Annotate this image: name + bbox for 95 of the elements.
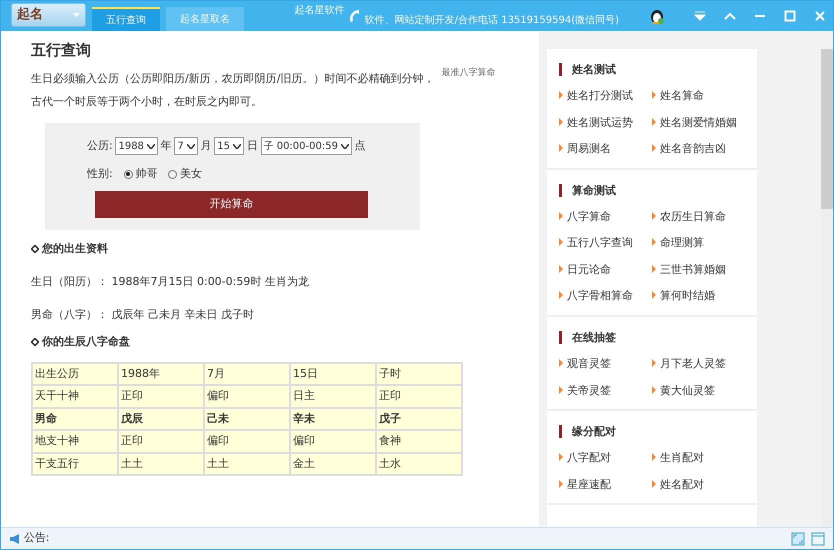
sidebar-link[interactable]: 命理测算 [652,235,704,252]
window-icon[interactable] [811,532,825,546]
table-cell: 正印 [118,430,204,453]
table-cell: 戊子 [376,408,462,430]
table-cell: 土土 [118,452,204,476]
table-cell: 正印 [376,385,462,408]
caret-icon [146,144,155,149]
table-cell: 正印 [118,385,204,408]
field-label: 性别: [87,166,113,182]
section-heading: 您的出生资料 [42,240,108,257]
radio-button[interactable] [168,170,178,179]
table-cell: 男命 [32,408,118,430]
caret-icon [73,13,80,17]
scrollbar[interactable] [821,49,833,527]
table-cell: 偏印 [204,385,290,408]
intro-paragraph: 生日必须输入公历（公历即阳历/新历，农历即阴历/旧历。）时间不必精确到分钟，古代一个时辰等于两个小时，在时辰之内即可。 [31,71,436,110]
radio-button[interactable] [124,170,133,179]
logo-text: 起名 [17,6,43,24]
app-name: 起名星软件 [294,4,345,18]
sidebar-heading: 缘分配对 [559,425,745,438]
birth-info-text: 男命（八字）： 戊辰年 己未月 辛未日 戊子时 [31,306,255,323]
diamond-icon [31,338,39,346]
sidebar-link[interactable]: 观音灵签 [559,356,611,373]
sidebar-link[interactable]: 姓名测试运势 [559,114,633,132]
table-cell: 干支五行 [32,452,118,476]
birth-info-text: 生日（阳历）： 1988年7月15日 0:00-0:59时 生肖为龙 [31,274,310,290]
side-link[interactable]: 最准八字算命 [442,67,496,114]
table-cell: 地支十神 [32,430,118,453]
table-cell: 辛未 [290,408,376,430]
dropdown[interactable]: 1988 [115,137,158,156]
sidebar-link[interactable]: 算何时结婚 [652,288,715,305]
sidebar-link[interactable]: 月下老人灵签 [652,356,726,373]
sidebar-heading: 姓名测试 [559,63,745,76]
sidebar-link[interactable]: 生肖配对 [652,450,704,467]
sidebar-link[interactable]: 农历生日算命 [652,208,726,226]
fullscreen-icon[interactable] [791,532,805,546]
unit-label: 年 [160,138,172,154]
table-cell: 1988年 [118,362,204,386]
submit-button[interactable]: 开始算命 [95,190,368,218]
table-cell: 7月 [204,362,290,386]
sidebar-link[interactable]: 八字骨相算命 [559,288,633,305]
close-icon[interactable] [814,10,826,22]
caret-icon [340,144,349,149]
sidebar-link[interactable]: 姓名测爱情婚姻 [652,114,737,132]
sidebar-link[interactable]: 姓名算命 [652,88,704,105]
diamond-icon [31,244,39,253]
caret-icon [186,144,195,149]
sidebar-link[interactable]: 五行八字查询 [559,235,633,252]
table-cell: 偏印 [290,430,376,453]
dropdown[interactable]: 7 [174,137,198,156]
table-cell: 土水 [376,452,462,476]
field-label: 公历: [87,138,113,154]
table-cell: 子时 [376,362,462,386]
sidebar-link[interactable]: 周易测名 [559,141,611,158]
table-cell: 食神 [376,430,462,453]
sidebar-link[interactable]: 三世书算婚姻 [652,262,726,278]
table-cell: 金土 [290,452,376,476]
sidebar-link[interactable]: 黄大仙灵签 [652,382,715,400]
table-cell: 15日 [290,362,376,386]
table-cell: 日主 [290,385,376,408]
sidebar-heading: 算命测试 [559,184,745,197]
table-cell: 天干十神 [32,385,118,408]
unit-label: 月 [200,138,212,154]
megaphone-icon [9,532,21,544]
dropdown[interactable]: 15 [214,137,244,156]
table-cell: 偏印 [204,430,290,453]
section-heading: 你的生辰八字命盘 [42,334,130,350]
collapse-icon[interactable] [724,10,736,22]
notice-label: 公告: [24,530,50,546]
caret-icon [233,144,242,149]
logo-button[interactable]: 起名 [11,3,86,27]
unit-label: 日 [246,138,258,154]
unit-label: 点 [354,138,366,154]
sidebar-link[interactable]: 八字算命 [559,208,611,226]
sidebar-link[interactable]: 姓名音韵吉凶 [652,141,726,158]
sidebar-link[interactable]: 星座速配 [559,476,611,494]
sidebar-link[interactable]: 八字配对 [559,450,611,467]
table-cell: 土土 [204,452,290,476]
contact-text: 软件、网站定制开发/合作电话 13519159594(微信同号) [364,14,619,28]
table-cell: 出生公历 [32,362,118,386]
penguin-icon [649,7,665,25]
maximize-icon[interactable] [784,10,796,22]
table-cell: 己未 [204,408,290,430]
dropdown-icon[interactable] [694,10,706,22]
table-cell: 戊辰 [118,408,204,430]
radio-label: 美女 [180,166,202,182]
sidebar-link[interactable]: 姓名配对 [652,476,704,494]
sidebar-heading: 在线抽签 [559,330,745,344]
phone-icon [348,9,361,23]
radio-label: 帅哥 [135,166,158,182]
page-title: 五行查询 [31,40,91,61]
sidebar-link[interactable]: 关帝灵签 [559,382,611,400]
dropdown[interactable]: 子 00:00-00:59 [260,137,352,156]
sidebar-link[interactable]: 姓名打分测试 [559,88,633,105]
sidebar-link[interactable]: 日元论命 [559,262,611,278]
